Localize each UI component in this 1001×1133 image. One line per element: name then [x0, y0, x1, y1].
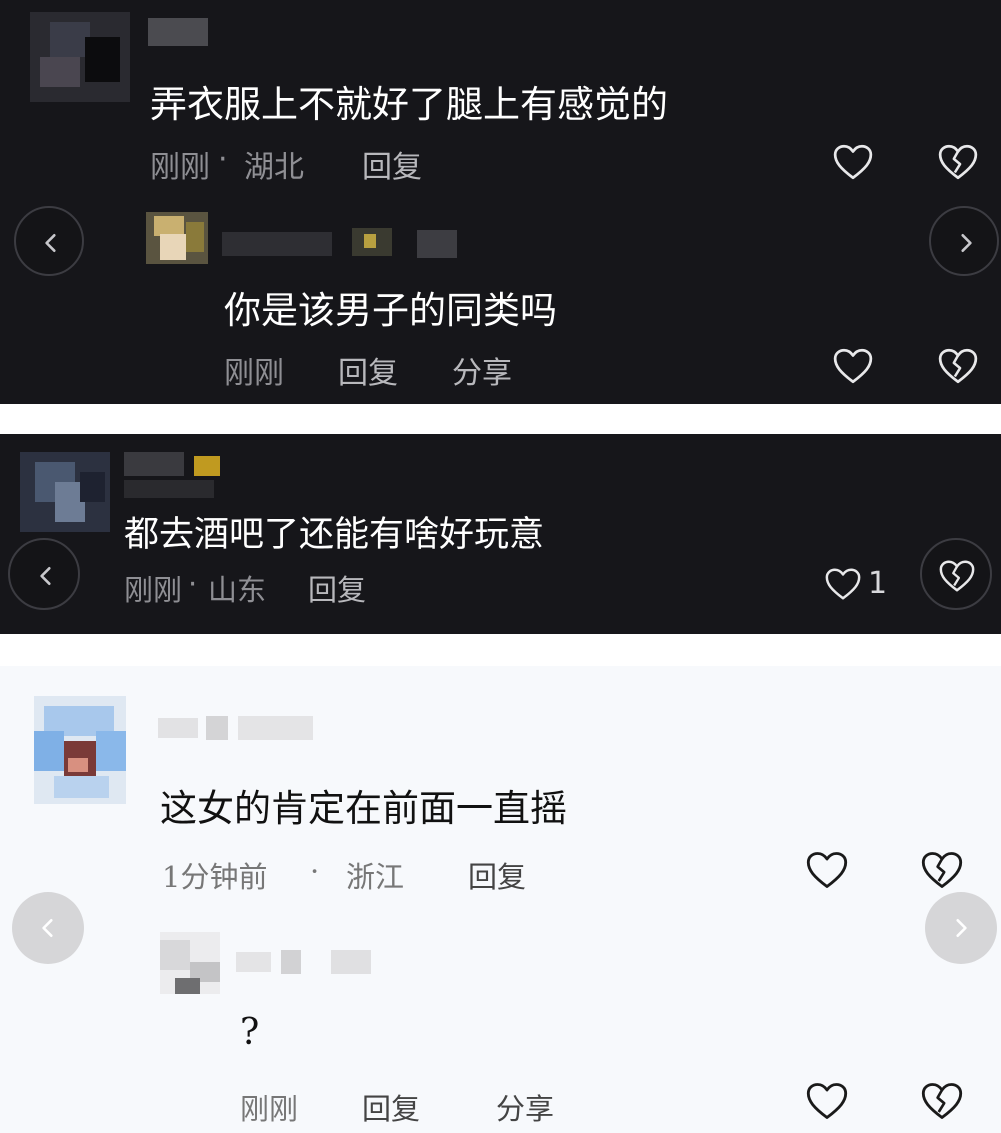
- heart-outline-icon[interactable]: [805, 1080, 849, 1122]
- meta-separator: ·: [188, 567, 198, 601]
- avatar[interactable]: [20, 452, 110, 532]
- comment-time: 刚刚: [124, 573, 183, 607]
- broken-heart-icon[interactable]: [920, 849, 964, 891]
- share-button[interactable]: 分享: [452, 348, 512, 392]
- chevron-left-icon: [40, 232, 62, 254]
- chevron-right-icon: [950, 917, 972, 939]
- username-blurred[interactable]: [158, 714, 318, 742]
- broken-heart-icon[interactable]: [920, 1080, 964, 1122]
- reply-comment-text: 你是该男子的同类吗: [224, 289, 557, 332]
- comment-text: 都去酒吧了还能有啥好玩意: [124, 515, 545, 555]
- reply-button[interactable]: 回复: [468, 854, 526, 896]
- chevron-left-icon: [37, 917, 59, 939]
- reply-username-blurred[interactable]: [222, 228, 467, 260]
- reply-time: 刚刚: [224, 356, 284, 391]
- share-button[interactable]: 分享: [496, 1086, 554, 1128]
- reply-username-blurred[interactable]: [236, 948, 376, 976]
- comment-text: 这女的肯定在前面一直摇: [160, 787, 567, 830]
- meta-separator: ·: [310, 854, 320, 888]
- heart-outline-icon[interactable]: [832, 346, 874, 386]
- reply-comment-text: ?: [240, 1012, 260, 1053]
- comment-time: 刚刚: [150, 150, 210, 185]
- reply-reply-button[interactable]: 回复: [338, 348, 398, 392]
- next-button[interactable]: [920, 538, 992, 610]
- reply-time: 刚刚: [240, 1092, 299, 1126]
- comment-location: 山东: [208, 573, 267, 607]
- avatar[interactable]: [34, 696, 126, 804]
- comment-text: 弄衣服上不就好了腿上有感觉的: [150, 83, 668, 126]
- next-button[interactable]: [925, 892, 997, 964]
- chevron-right-icon: [955, 232, 977, 254]
- like-count: 1: [868, 566, 888, 601]
- comment-panel-1: 弄衣服上不就好了腿上有感觉的 刚刚 · 湖北 回复 你是该男子的同类吗 刚刚 回…: [0, 0, 1001, 404]
- comment-location: 湖北: [244, 150, 304, 185]
- comment-location: 浙江: [346, 860, 405, 894]
- heart-outline-icon[interactable]: [824, 566, 862, 602]
- reply-button[interactable]: 回复: [362, 142, 422, 186]
- username-blurred[interactable]: [148, 18, 218, 48]
- chevron-left-icon: [35, 565, 57, 587]
- broken-heart-icon[interactable]: [937, 142, 979, 182]
- reply-button[interactable]: 回复: [308, 567, 366, 609]
- reply-avatar[interactable]: [146, 212, 208, 264]
- comment-panel-3: 这女的肯定在前面一直摇 1分钟前 · 浙江 回复 ? 刚刚 回复 分享: [0, 666, 1001, 1133]
- prev-button[interactable]: [8, 538, 80, 610]
- comment-panel-2: 都去酒吧了还能有啥好玩意 刚刚 · 山东 回复 1: [0, 434, 1001, 634]
- reply-reply-button[interactable]: 回复: [362, 1086, 420, 1128]
- broken-heart-icon: [938, 558, 976, 594]
- reply-avatar[interactable]: [160, 932, 220, 994]
- meta-separator: ·: [218, 142, 228, 177]
- prev-button[interactable]: [12, 892, 84, 964]
- heart-outline-icon[interactable]: [805, 849, 849, 891]
- broken-heart-icon[interactable]: [937, 346, 979, 386]
- next-button[interactable]: [929, 206, 999, 276]
- avatar[interactable]: [30, 12, 130, 102]
- heart-outline-icon[interactable]: [832, 142, 874, 182]
- username-blurred[interactable]: [124, 452, 224, 502]
- prev-button[interactable]: [14, 206, 84, 276]
- comment-time: 1分钟前: [162, 860, 268, 894]
